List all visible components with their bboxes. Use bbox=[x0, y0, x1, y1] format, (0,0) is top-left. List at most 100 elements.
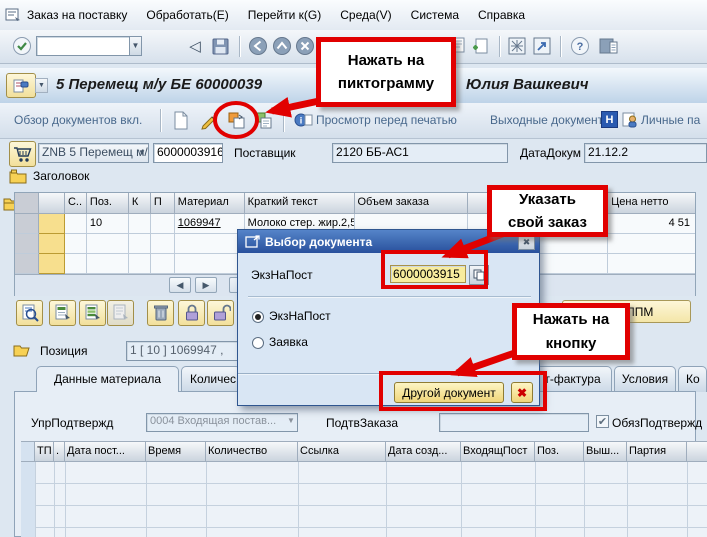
conf-control-dropdown[interactable]: 0004 Входящая постав... bbox=[146, 413, 298, 432]
conf-col-pos[interactable]: Поз. bbox=[535, 441, 584, 462]
callout2-line1: Указать bbox=[519, 190, 576, 208]
back-icon[interactable]: ◁ bbox=[186, 35, 204, 57]
callout3-line2: кнопку bbox=[545, 334, 597, 352]
item-detail-list-button[interactable] bbox=[79, 300, 106, 326]
conf-col-upper[interactable]: Выш... bbox=[584, 441, 627, 462]
order-type-dropdown-icon[interactable]: ▼ bbox=[136, 145, 148, 161]
position-section-label: Позиция bbox=[40, 344, 88, 358]
order-ack-field[interactable] bbox=[439, 413, 589, 432]
save-icon[interactable] bbox=[209, 35, 231, 57]
tab-material-data[interactable]: Данные материала bbox=[36, 366, 179, 392]
conf-col-dot[interactable]: . bbox=[54, 441, 65, 462]
items-col-pos[interactable]: Поз. bbox=[86, 193, 129, 214]
order-number-field[interactable]: 6000003916 bbox=[153, 143, 223, 163]
items-col-select[interactable] bbox=[15, 193, 39, 214]
menu-item-system[interactable]: Система bbox=[411, 8, 459, 22]
items-col-text[interactable]: Краткий текст bbox=[244, 193, 355, 214]
display-change-pencil-icon[interactable] bbox=[197, 110, 219, 131]
menu-item-goto[interactable]: Перейти к(G) bbox=[248, 8, 321, 22]
scroll-left-icon[interactable]: ◀ bbox=[169, 277, 191, 293]
item-details-button[interactable] bbox=[49, 300, 76, 326]
services-for-object-icon[interactable] bbox=[6, 73, 36, 98]
conf-col-created[interactable]: Дата созд... bbox=[386, 441, 461, 462]
services-dropdown-icon[interactable]: ▼ bbox=[35, 78, 48, 93]
copy-document-icon[interactable] bbox=[252, 110, 275, 132]
command-field[interactable] bbox=[36, 36, 130, 56]
ack-required-checkbox[interactable]: ✔ bbox=[596, 415, 609, 428]
ack-required-label: ОбязПодтвержд bbox=[612, 416, 703, 430]
menu-item-help[interactable]: Справка bbox=[478, 8, 525, 22]
delete-item-button[interactable] bbox=[147, 300, 174, 326]
item1-material-link[interactable]: 1069947 bbox=[174, 214, 245, 234]
items-col-p[interactable]: П bbox=[150, 193, 175, 214]
conf-table-header: ТП . Дата пост... Время Количество Ссылк… bbox=[21, 441, 707, 462]
supplier-field[interactable]: 2120 ББ-АС1 bbox=[332, 143, 508, 163]
print-preview-icon[interactable]: i bbox=[292, 110, 314, 131]
lock-item-button[interactable] bbox=[178, 300, 205, 326]
position-value-field[interactable]: 1 [ 10 ] 1069947 , bbox=[126, 341, 238, 361]
menu-item-edit[interactable]: Обработать(E) bbox=[146, 8, 228, 22]
menu-item-environment[interactable]: Среда(V) bbox=[340, 8, 391, 22]
position-folder-icon[interactable] bbox=[12, 340, 34, 360]
system-menu-icon[interactable] bbox=[4, 6, 22, 24]
items-col-k[interactable]: К bbox=[128, 193, 151, 214]
print-preview-button[interactable]: Просмотр перед печатью bbox=[316, 113, 457, 127]
doc-date-field[interactable]: 21.12.2 bbox=[584, 143, 707, 163]
help-h-icon[interactable]: H bbox=[601, 111, 618, 128]
create-document-icon[interactable] bbox=[171, 110, 191, 131]
order-type-dropdown[interactable]: ZNB 5 Перемещ м/у ... bbox=[38, 143, 149, 163]
menu-item-order[interactable]: Заказ на поставку bbox=[27, 8, 127, 22]
radio-request[interactable] bbox=[252, 337, 264, 349]
new-session-icon[interactable] bbox=[506, 35, 528, 57]
output-documents-button[interactable]: Выходные документы bbox=[490, 113, 612, 127]
conf-col-qty[interactable]: Количество bbox=[206, 441, 298, 462]
callout1-line2: пиктограмму bbox=[337, 75, 435, 92]
conf-col-cut bbox=[687, 441, 707, 462]
svg-text:i: i bbox=[299, 116, 302, 126]
confirmation-panel: УпрПодтвержд 0004 Входящая постав... ▼ П… bbox=[14, 391, 707, 537]
exit-up-icon[interactable] bbox=[271, 35, 293, 57]
radio-expost[interactable] bbox=[252, 311, 264, 323]
doc-overview-button[interactable]: Обзор документов вкл. bbox=[14, 113, 142, 127]
sap-window: Заказ на поставку Обработать(E) Перейти … bbox=[0, 0, 707, 537]
personal-settings-icon[interactable] bbox=[620, 110, 639, 129]
scroll-right-icon[interactable]: ▶ bbox=[195, 277, 217, 293]
search-item-button[interactable] bbox=[16, 300, 43, 326]
conf-col-ref[interactable]: Ссылка bbox=[298, 441, 386, 462]
conf-col-time[interactable]: Время bbox=[146, 441, 206, 462]
radio-request-label: Заявка bbox=[269, 335, 308, 349]
tab-conditions[interactable]: Условия bbox=[614, 366, 676, 392]
enter-icon[interactable] bbox=[11, 35, 33, 57]
other-document-icon[interactable] bbox=[225, 110, 248, 132]
conf-table-body[interactable] bbox=[21, 462, 707, 537]
conf-col-lead bbox=[21, 441, 35, 462]
items-col-material[interactable]: Материал bbox=[174, 193, 245, 214]
callout1-line1: Нажать на bbox=[347, 51, 425, 69]
customize-layout-icon[interactable] bbox=[596, 35, 620, 57]
items-col-qty[interactable]: Объем заказа bbox=[354, 193, 469, 214]
page-star-icon[interactable] bbox=[470, 35, 492, 57]
unlock-item-button[interactable] bbox=[207, 300, 234, 326]
tab-quantities[interactable]: Количес bbox=[181, 366, 241, 392]
back-arrow-icon[interactable] bbox=[247, 35, 269, 57]
callout3-line1: Нажать на bbox=[532, 311, 610, 329]
callout-click-icon: Нажать на пиктограмму bbox=[316, 37, 456, 107]
conf-control-dropdown-icon[interactable]: ▼ bbox=[285, 416, 297, 429]
dialog-title: Выбор документа bbox=[265, 234, 373, 249]
cancel-x-icon[interactable] bbox=[294, 35, 316, 57]
personal-settings-button[interactable]: Личные па bbox=[641, 113, 700, 127]
tab-contact[interactable]: Ко bbox=[678, 366, 707, 392]
conf-col-batch[interactable]: Партия bbox=[627, 441, 687, 462]
create-shortcut-icon[interactable] bbox=[531, 35, 553, 57]
conf-col-date[interactable]: Дата пост... bbox=[65, 441, 146, 462]
help-icon[interactable]: ? bbox=[569, 35, 591, 57]
header-folder-icon[interactable] bbox=[8, 167, 28, 186]
command-dropdown-icon[interactable]: ▼ bbox=[129, 36, 142, 56]
item-disabled-button bbox=[107, 300, 134, 326]
items-col-price[interactable]: Цена нетто bbox=[608, 193, 695, 214]
conf-col-inbound[interactable]: ВходящПост bbox=[461, 441, 535, 462]
cart-icon bbox=[9, 141, 36, 167]
conf-col-tp[interactable]: ТП bbox=[35, 441, 54, 462]
callout2-line2: свой заказ bbox=[507, 214, 587, 231]
items-col-status[interactable]: С.. bbox=[64, 193, 87, 214]
